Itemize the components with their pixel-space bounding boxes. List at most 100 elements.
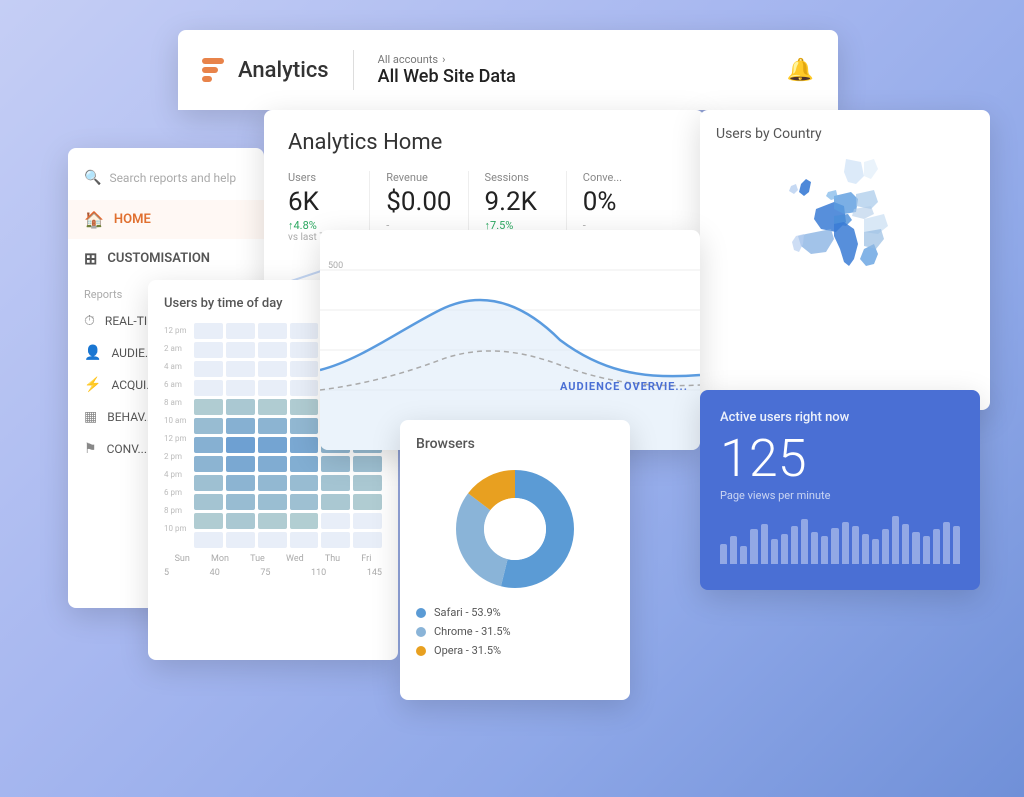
heatmap-cell bbox=[290, 342, 319, 358]
heatmap-cell bbox=[226, 532, 255, 548]
heatmap-cell bbox=[194, 342, 223, 358]
conversions-icon: ⚑ bbox=[84, 441, 97, 457]
mini-bar bbox=[943, 522, 950, 564]
legend-chrome-label: Chrome - 31.5% bbox=[434, 625, 511, 638]
heatmap-cell bbox=[226, 437, 255, 453]
heatmap-cell bbox=[290, 456, 319, 472]
sidebar-search[interactable]: 🔍 Search reports and help bbox=[68, 164, 264, 192]
heatmap-cell bbox=[290, 418, 319, 434]
header-divider bbox=[353, 50, 354, 90]
search-placeholder: Search reports and help bbox=[109, 171, 236, 185]
sidebar-item-home-label: HOME bbox=[114, 212, 151, 227]
search-icon: 🔍 bbox=[84, 170, 101, 186]
heatmap-cell bbox=[290, 513, 319, 529]
legend-opera-label: Opera - 31.5% bbox=[434, 644, 501, 657]
europe-map bbox=[716, 154, 976, 354]
sidebar-conversions-label: CONV... bbox=[107, 442, 147, 456]
mini-bar bbox=[720, 544, 727, 564]
svg-text:500: 500 bbox=[328, 261, 343, 271]
sidebar-item-customisation[interactable]: ⊞ CUSTOMISATION bbox=[68, 239, 264, 278]
heatmap-cell bbox=[258, 418, 287, 434]
sidebar-item-customisation-label: CUSTOMISATION bbox=[107, 251, 210, 266]
audience-overview-label: AUDIENCE OVERVIE... bbox=[560, 380, 688, 393]
heatmap-cell bbox=[258, 323, 287, 339]
heatmap-cell bbox=[258, 475, 287, 491]
active-users-card: Active users right now 125 Page views pe… bbox=[700, 390, 980, 590]
mini-bar bbox=[923, 536, 930, 564]
heatmap-cell bbox=[258, 494, 287, 510]
sidebar-item-home[interactable]: 🏠 HOME bbox=[68, 200, 264, 239]
heatmap-day-labels: Sun Mon Tue Wed Thu Fri bbox=[164, 554, 382, 564]
legend-opera: Opera - 31.5% bbox=[416, 644, 614, 657]
logo-bar-1 bbox=[202, 58, 224, 64]
app-title: Analytics bbox=[238, 58, 329, 83]
heatmap-cell bbox=[258, 532, 287, 548]
mini-bar bbox=[862, 534, 869, 564]
heatmap-cell bbox=[194, 532, 223, 548]
heatmap-cell bbox=[321, 532, 350, 548]
linechart-card: 19 22 23 500 bbox=[320, 230, 700, 450]
active-users-count: 125 bbox=[720, 433, 960, 485]
mini-bar bbox=[801, 519, 808, 564]
legend-safari: Safari - 53.9% bbox=[416, 606, 614, 619]
heatmap-cell bbox=[194, 437, 223, 453]
linechart-inner: 19 22 23 500 bbox=[320, 230, 700, 450]
logo-bar-2 bbox=[202, 67, 218, 73]
heatmap-value-labels: 5 40 75 110 145 bbox=[164, 568, 382, 578]
heatmap-cell bbox=[226, 399, 255, 415]
heatmap-cell bbox=[258, 437, 287, 453]
heatmap-cell bbox=[226, 380, 255, 396]
analytics-home-title: Analytics Home bbox=[288, 130, 680, 155]
heatmap-cell bbox=[194, 494, 223, 510]
heatmap-cell bbox=[321, 513, 350, 529]
donut-svg bbox=[450, 464, 580, 594]
mini-bar bbox=[892, 516, 899, 564]
legend-chrome: Chrome - 31.5% bbox=[416, 625, 614, 638]
sidebar-behavior-label: BEHAV... bbox=[107, 410, 153, 424]
heatmap-cell bbox=[226, 361, 255, 377]
heatmap-time-labels: 12 pm 2 am 4 am 6 am 8 am 10 am 12 pm 2 … bbox=[164, 323, 186, 548]
metric-sessions-label: Sessions bbox=[485, 171, 550, 184]
metric-users-value: 6K bbox=[288, 188, 353, 217]
heatmap-cell bbox=[321, 494, 350, 510]
heatmap-cell bbox=[226, 418, 255, 434]
heatmap-cell bbox=[290, 437, 319, 453]
mini-bar bbox=[761, 524, 768, 564]
heatmap-cell bbox=[194, 418, 223, 434]
heatmap-cell bbox=[226, 323, 255, 339]
heatmap-cell bbox=[290, 361, 319, 377]
metric-revenue-label: Revenue bbox=[386, 171, 451, 184]
heatmap-cell bbox=[194, 456, 223, 472]
mini-bar bbox=[902, 524, 909, 564]
breadcrumb: All accounts › All Web Site Data bbox=[378, 53, 516, 87]
mini-bar bbox=[882, 529, 889, 564]
mini-bar bbox=[791, 526, 798, 564]
mini-bar bbox=[750, 529, 757, 564]
heatmap-cell bbox=[290, 399, 319, 415]
mini-bar bbox=[852, 526, 859, 564]
bell-icon[interactable]: 🔔 bbox=[787, 58, 814, 83]
heatmap-cell bbox=[290, 494, 319, 510]
audience-icon: 👤 bbox=[84, 345, 101, 361]
mini-bar bbox=[740, 546, 747, 564]
heatmap-cell bbox=[194, 380, 223, 396]
acquisition-icon: ⚡ bbox=[84, 377, 101, 393]
heatmap-cell bbox=[226, 342, 255, 358]
heatmap-cell bbox=[226, 475, 255, 491]
metric-users-label: Users bbox=[288, 171, 353, 184]
mini-bar bbox=[842, 522, 849, 564]
logo bbox=[202, 58, 224, 82]
metric-conversions-value: 0% bbox=[583, 188, 648, 217]
country-title: Users by Country bbox=[716, 126, 974, 142]
heatmap-cell bbox=[321, 456, 350, 472]
heatmap-cell bbox=[226, 494, 255, 510]
mini-bar bbox=[912, 532, 919, 564]
legend-safari-dot bbox=[416, 608, 426, 618]
heatmap-cell bbox=[353, 494, 382, 510]
heatmap-cell bbox=[258, 361, 287, 377]
legend-opera-dot bbox=[416, 646, 426, 656]
mini-bar bbox=[730, 536, 737, 564]
breadcrumb-main: All Web Site Data bbox=[378, 66, 516, 87]
header-card: Analytics All accounts › All Web Site Da… bbox=[178, 30, 838, 110]
breadcrumb-top: All accounts › bbox=[378, 53, 516, 66]
